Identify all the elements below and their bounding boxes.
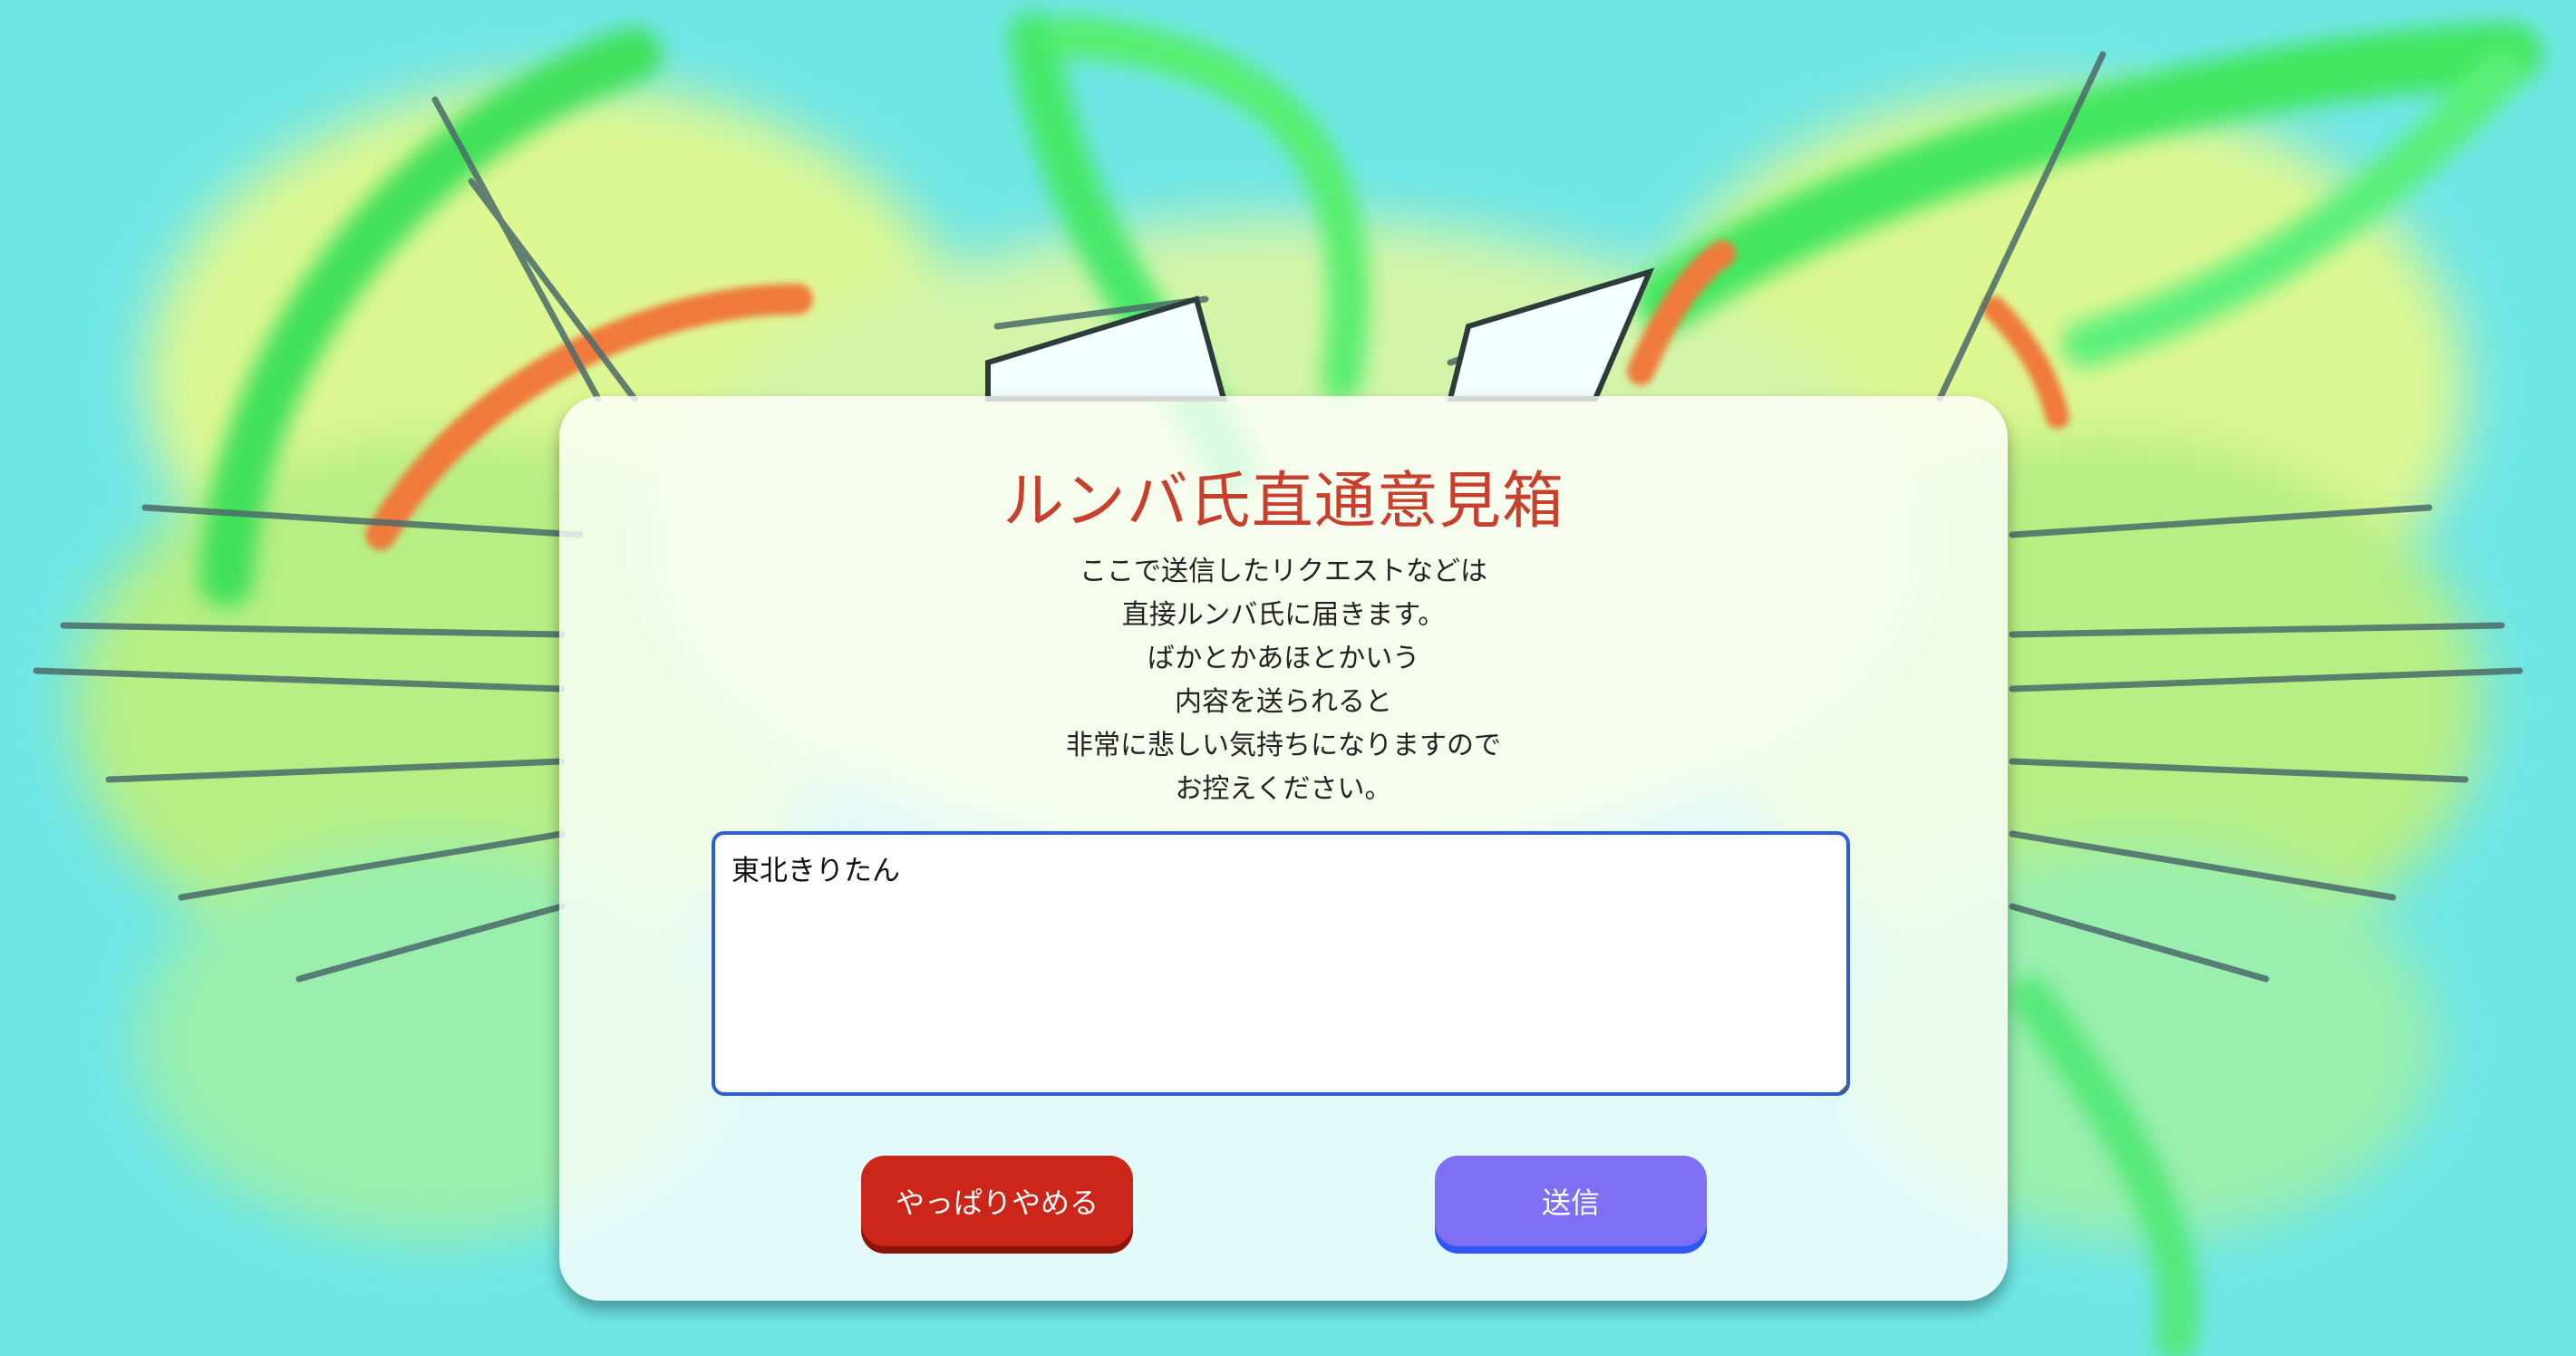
cancel-button[interactable]: やっぱりやめる xyxy=(861,1156,1133,1246)
description-line: ここで送信したリクエストなどは xyxy=(1080,556,1487,587)
description-line: 直接ルンバ氏に届きます。 xyxy=(1121,599,1446,631)
page: ルンバ氏直通意見箱 ここで送信したリクエストなどは 直接ルンバ氏に届きます。 ば… xyxy=(0,0,2576,1356)
page-title: ルンバ氏直通意見箱 xyxy=(1002,466,1564,538)
description-line: お控えください。 xyxy=(1175,773,1392,805)
feedback-card: ルンバ氏直通意見箱 ここで送信したリクエストなどは 直接ルンバ氏に届きます。 ば… xyxy=(559,396,2008,1301)
description-line: 内容を送られると xyxy=(1175,686,1392,718)
message-textarea[interactable]: 東北きりたん xyxy=(712,831,1850,1096)
send-button[interactable]: 送信 xyxy=(1435,1156,1707,1246)
description-line: 非常に悲しい気持ちになりますので xyxy=(1066,730,1501,761)
description: ここで送信したリクエストなどは 直接ルンバ氏に届きます。 ばかとかあほとかいう … xyxy=(559,550,2008,811)
description-line: ばかとかあほとかいう xyxy=(1147,643,1420,674)
